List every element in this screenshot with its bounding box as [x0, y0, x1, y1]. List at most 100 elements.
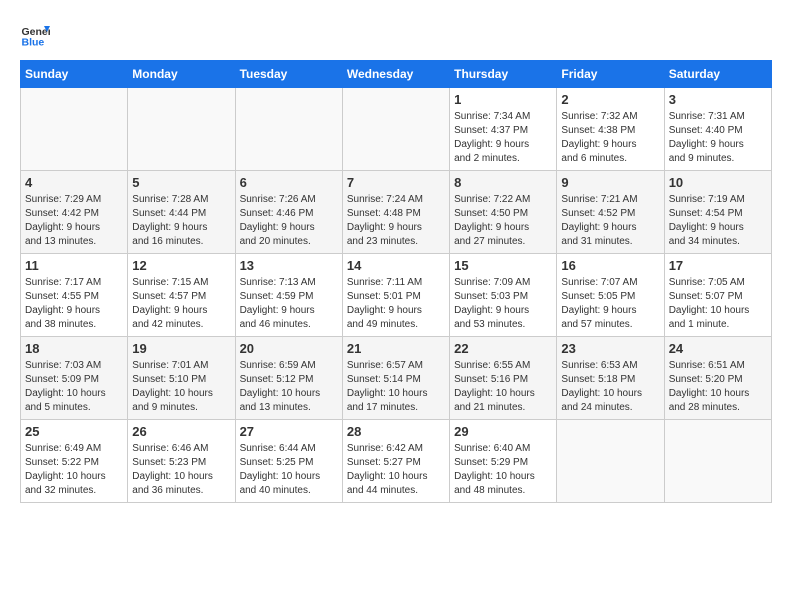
day-number: 15: [454, 258, 552, 273]
day-number: 16: [561, 258, 659, 273]
day-info: Sunrise: 6:57 AM Sunset: 5:14 PM Dayligh…: [347, 359, 445, 415]
day-number: 28: [347, 424, 445, 439]
day-info: Sunrise: 7:05 AM Sunset: 5:07 PM Dayligh…: [669, 276, 767, 332]
day-info: Sunrise: 7:26 AM Sunset: 4:46 PM Dayligh…: [240, 193, 338, 249]
day-number: 4: [25, 175, 123, 190]
day-info: Sunrise: 6:46 AM Sunset: 5:23 PM Dayligh…: [132, 442, 230, 498]
weekday-header-tuesday: Tuesday: [235, 61, 342, 88]
calendar-cell: 14Sunrise: 7:11 AM Sunset: 5:01 PM Dayli…: [342, 254, 449, 337]
calendar-cell: 3 Sunrise: 7:31 AM Sunset: 4:40 PM Daylig…: [664, 88, 771, 171]
day-info: Sunrise: 7:09 AM Sunset: 5:03 PM Dayligh…: [454, 276, 552, 332]
day-number: 19: [132, 341, 230, 356]
day-number: 27: [240, 424, 338, 439]
day-info: Sunrise: 7:11 AM Sunset: 5:01 PM Dayligh…: [347, 276, 445, 332]
calendar-cell: [128, 88, 235, 171]
day-info: Sunrise: 6:44 AM Sunset: 5:25 PM Dayligh…: [240, 442, 338, 498]
calendar-cell: 2Sunrise: 7:32 AM Sunset: 4:38 PM Daylig…: [557, 88, 664, 171]
calendar-cell: [664, 420, 771, 503]
calendar-week-0: 1Sunrise: 7:34 AM Sunset: 4:37 PM Daylig…: [21, 88, 772, 171]
day-number: 18: [25, 341, 123, 356]
day-number: 17: [669, 258, 767, 273]
day-number: 22: [454, 341, 552, 356]
day-info: Sunrise: 7:03 AM Sunset: 5:09 PM Dayligh…: [25, 359, 123, 415]
calendar-cell: 25 Sunrise: 6:49 AM Sunset: 5:22 PM Dayli…: [21, 420, 128, 503]
calendar-table: SundayMondayTuesdayWednesdayThursdayFrid…: [20, 60, 772, 503]
day-number: 25: [25, 424, 123, 439]
day-info: Sunrise: 7:07 AM Sunset: 5:05 PM Dayligh…: [561, 276, 659, 332]
calendar-cell: 26 Sunrise: 6:46 AM Sunset: 5:23 PM Dayli…: [128, 420, 235, 503]
calendar-cell: 8 Sunrise: 7:22 AM Sunset: 4:50 PM Daylig…: [450, 171, 557, 254]
calendar-cell: 22Sunrise: 6:55 AM Sunset: 5:16 PM Dayli…: [450, 337, 557, 420]
day-number: 21: [347, 341, 445, 356]
weekday-header-wednesday: Wednesday: [342, 61, 449, 88]
calendar-cell: [21, 88, 128, 171]
day-info: Sunrise: 7:22 AM Sunset: 4:50 PM Dayligh…: [454, 193, 552, 249]
day-info: Sunrise: 7:17 AM Sunset: 4:55 PM Dayligh…: [25, 276, 123, 332]
calendar-cell: 20 Sunrise: 6:59 AM Sunset: 5:12 PM Dayli…: [235, 337, 342, 420]
day-number: 26: [132, 424, 230, 439]
day-info: Sunrise: 6:51 AM Sunset: 5:20 PM Dayligh…: [669, 359, 767, 415]
day-info: Sunrise: 6:40 AM Sunset: 5:29 PM Dayligh…: [454, 442, 552, 498]
day-info: Sunrise: 7:01 AM Sunset: 5:10 PM Dayligh…: [132, 359, 230, 415]
calendar-cell: 12 Sunrise: 7:15 AM Sunset: 4:57 PM Dayli…: [128, 254, 235, 337]
calendar-cell: 18 Sunrise: 7:03 AM Sunset: 5:09 PM Dayli…: [21, 337, 128, 420]
day-info: Sunrise: 7:15 AM Sunset: 4:57 PM Dayligh…: [132, 276, 230, 332]
weekday-header-saturday: Saturday: [664, 61, 771, 88]
calendar-cell: 6 Sunrise: 7:26 AM Sunset: 4:46 PM Daylig…: [235, 171, 342, 254]
day-number: 23: [561, 341, 659, 356]
day-number: 11: [25, 258, 123, 273]
weekday-header-monday: Monday: [128, 61, 235, 88]
calendar-week-3: 18 Sunrise: 7:03 AM Sunset: 5:09 PM Dayli…: [21, 337, 772, 420]
day-number: 9: [561, 175, 659, 190]
logo-icon: General Blue: [20, 20, 50, 50]
calendar-cell: 24 Sunrise: 6:51 AM Sunset: 5:20 PM Dayli…: [664, 337, 771, 420]
calendar-cell: 23 Sunrise: 6:53 AM Sunset: 5:18 PM Dayli…: [557, 337, 664, 420]
day-number: 5: [132, 175, 230, 190]
calendar-cell: 1Sunrise: 7:34 AM Sunset: 4:37 PM Daylig…: [450, 88, 557, 171]
day-number: 24: [669, 341, 767, 356]
day-info: Sunrise: 7:19 AM Sunset: 4:54 PM Dayligh…: [669, 193, 767, 249]
day-number: 3: [669, 92, 767, 107]
day-number: 7: [347, 175, 445, 190]
calendar-cell: 29 Sunrise: 6:40 AM Sunset: 5:29 PM Dayli…: [450, 420, 557, 503]
page-header: General Blue: [20, 20, 772, 50]
logo: General Blue: [20, 20, 54, 50]
calendar-cell: 19 Sunrise: 7:01 AM Sunset: 5:10 PM Dayli…: [128, 337, 235, 420]
day-number: 10: [669, 175, 767, 190]
day-info: Sunrise: 6:59 AM Sunset: 5:12 PM Dayligh…: [240, 359, 338, 415]
weekday-header-thursday: Thursday: [450, 61, 557, 88]
calendar-cell: [235, 88, 342, 171]
calendar-cell: [557, 420, 664, 503]
calendar-cell: 17 Sunrise: 7:05 AM Sunset: 5:07 PM Dayli…: [664, 254, 771, 337]
calendar-cell: 10 Sunrise: 7:19 AM Sunset: 4:54 PM Dayli…: [664, 171, 771, 254]
calendar-cell: 16 Sunrise: 7:07 AM Sunset: 5:05 PM Dayli…: [557, 254, 664, 337]
day-info: Sunrise: 7:28 AM Sunset: 4:44 PM Dayligh…: [132, 193, 230, 249]
weekday-header-friday: Friday: [557, 61, 664, 88]
calendar-cell: 5 Sunrise: 7:28 AM Sunset: 4:44 PM Daylig…: [128, 171, 235, 254]
day-number: 20: [240, 341, 338, 356]
day-info: Sunrise: 7:32 AM Sunset: 4:38 PM Dayligh…: [561, 110, 659, 166]
svg-text:Blue: Blue: [22, 37, 45, 49]
day-number: 8: [454, 175, 552, 190]
day-info: Sunrise: 7:34 AM Sunset: 4:37 PM Dayligh…: [454, 110, 552, 166]
day-number: 13: [240, 258, 338, 273]
calendar-cell: 13Sunrise: 7:13 AM Sunset: 4:59 PM Dayli…: [235, 254, 342, 337]
calendar-cell: 27 Sunrise: 6:44 AM Sunset: 5:25 PM Dayli…: [235, 420, 342, 503]
day-info: Sunrise: 7:31 AM Sunset: 4:40 PM Dayligh…: [669, 110, 767, 166]
weekday-header-sunday: Sunday: [21, 61, 128, 88]
calendar-week-4: 25 Sunrise: 6:49 AM Sunset: 5:22 PM Dayli…: [21, 420, 772, 503]
calendar-cell: 7 Sunrise: 7:24 AM Sunset: 4:48 PM Daylig…: [342, 171, 449, 254]
day-info: Sunrise: 6:49 AM Sunset: 5:22 PM Dayligh…: [25, 442, 123, 498]
calendar-cell: [342, 88, 449, 171]
day-number: 6: [240, 175, 338, 190]
day-number: 12: [132, 258, 230, 273]
calendar-cell: 11 Sunrise: 7:17 AM Sunset: 4:55 PM Dayli…: [21, 254, 128, 337]
calendar-cell: 15 Sunrise: 7:09 AM Sunset: 5:03 PM Dayli…: [450, 254, 557, 337]
day-number: 29: [454, 424, 552, 439]
day-info: Sunrise: 7:24 AM Sunset: 4:48 PM Dayligh…: [347, 193, 445, 249]
day-info: Sunrise: 6:53 AM Sunset: 5:18 PM Dayligh…: [561, 359, 659, 415]
day-info: Sunrise: 6:42 AM Sunset: 5:27 PM Dayligh…: [347, 442, 445, 498]
calendar-cell: 28 Sunrise: 6:42 AM Sunset: 5:27 PM Dayli…: [342, 420, 449, 503]
calendar-cell: 21 Sunrise: 6:57 AM Sunset: 5:14 PM Dayli…: [342, 337, 449, 420]
day-info: Sunrise: 7:21 AM Sunset: 4:52 PM Dayligh…: [561, 193, 659, 249]
